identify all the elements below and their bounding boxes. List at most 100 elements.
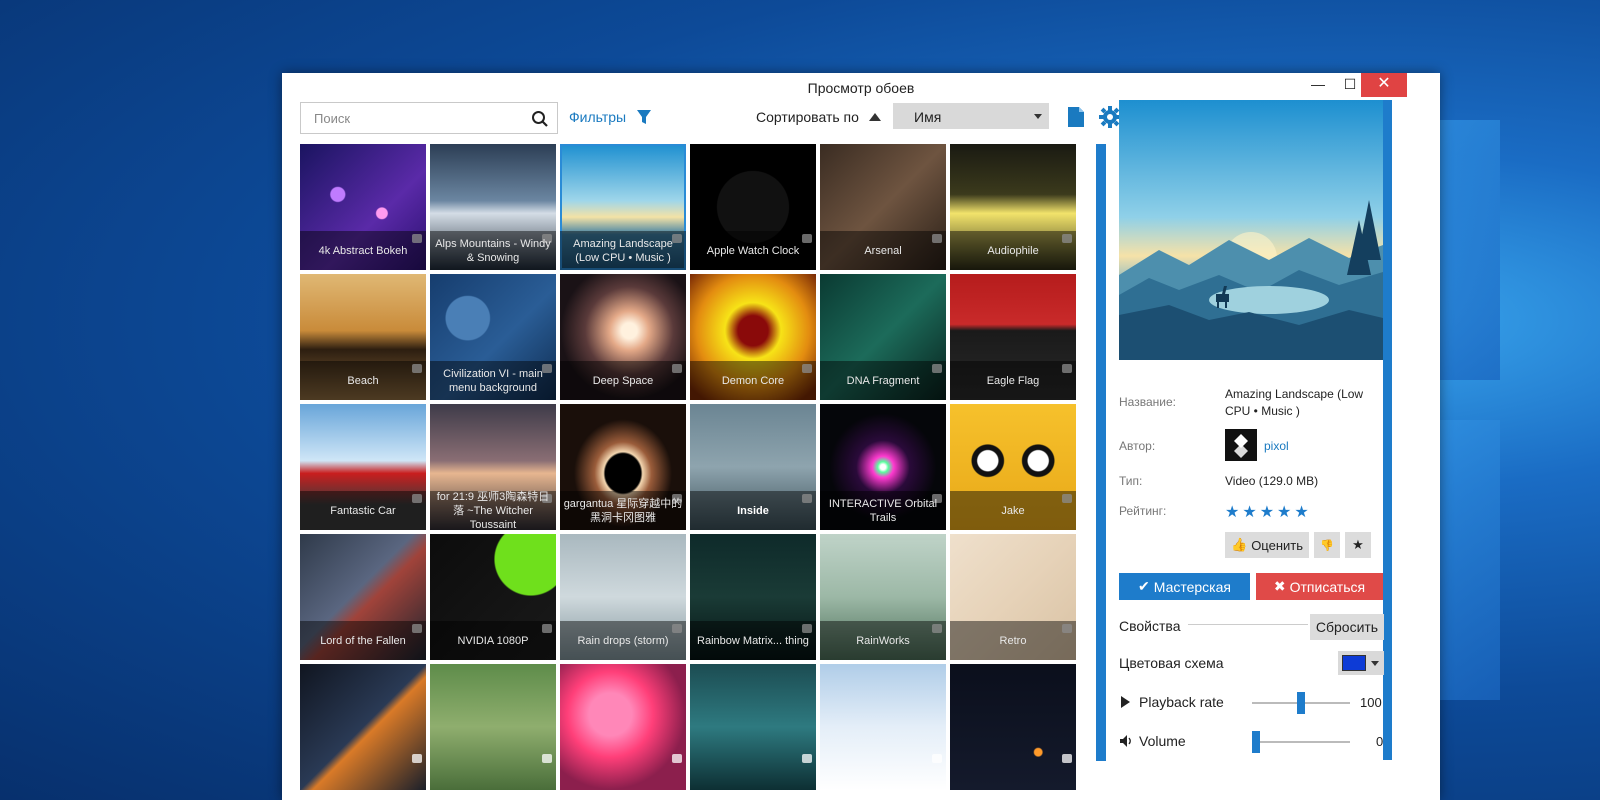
rate-button-label: Оценить — [1251, 537, 1303, 553]
wallpaper-title: Rainbow Matrix... thing — [690, 621, 816, 660]
wallpaper-tile[interactable] — [820, 664, 946, 790]
color-scheme-picker[interactable] — [1338, 651, 1384, 675]
reset-button[interactable]: Сбросить — [1310, 614, 1384, 640]
wallpaper-tile[interactable]: Deep Space — [560, 274, 686, 400]
steam-workshop-icon — [412, 754, 422, 763]
author-link[interactable]: pixol — [1264, 439, 1289, 453]
wallpaper-tile[interactable]: Arsenal — [820, 144, 946, 270]
wallpaper-tile[interactable]: DNA Fragment — [820, 274, 946, 400]
wallpaper-tile[interactable]: Lord of the Fallen — [300, 534, 426, 660]
file-icon[interactable] — [1067, 106, 1085, 128]
sort-value: Имя — [914, 109, 942, 125]
wallpaper-tile[interactable]: Apple Watch Clock — [690, 144, 816, 270]
thumbs-up-icon: 👍 — [1231, 537, 1248, 552]
name-label: Название: — [1119, 395, 1176, 409]
playback-rate-slider-thumb[interactable] — [1297, 692, 1305, 714]
sort-label: Сортировать по — [756, 109, 859, 125]
wallpaper-tile[interactable] — [950, 664, 1076, 790]
window-title: Просмотр обоев — [807, 80, 915, 96]
steam-workshop-icon — [1062, 754, 1072, 763]
favorite-button[interactable]: ★ — [1345, 532, 1371, 558]
wallpaper-tile[interactable]: Beach — [300, 274, 426, 400]
search-input[interactable]: Поиск — [300, 102, 558, 134]
wrench-icon: ✔ — [1138, 578, 1150, 594]
wallpaper-tile[interactable]: 4k Abstract Bokeh — [300, 144, 426, 270]
wallpaper-tile[interactable]: Amazing Landscape (Low CPU • Music ) — [560, 144, 686, 270]
sort-direction-icon[interactable] — [869, 113, 881, 121]
color-scheme-label: Цветовая схема — [1119, 655, 1224, 671]
wallpaper-tile[interactable]: gargantua 星际穿越中的黑洞卡冈图雅 — [560, 404, 686, 530]
wallpaper-title: Lord of the Fallen — [300, 621, 426, 660]
star-icon: ★ — [1352, 537, 1364, 552]
play-icon — [1121, 696, 1130, 708]
properties-label: Свойства — [1119, 618, 1181, 634]
wallpaper-tile[interactable]: Jake — [950, 404, 1076, 530]
wallpaper-tile[interactable]: Rainbow Matrix... thing — [690, 534, 816, 660]
filter-icon[interactable] — [637, 109, 651, 125]
gear-icon[interactable] — [1099, 106, 1121, 128]
desktop-decoration — [1440, 420, 1500, 700]
desktop-decoration — [1440, 120, 1500, 380]
wallpaper-title: for 21:9 巫师3陶森特日落 ~The Witcher Toussaint — [430, 491, 556, 530]
search-icon[interactable] — [531, 110, 549, 128]
wallpaper-title: Amazing Landscape (Low CPU • Music ) — [560, 231, 686, 270]
wallpaper-title: Civilization VI - main menu background — [430, 361, 556, 400]
steam-workshop-icon — [672, 754, 682, 763]
wallpaper-title: Alps Mountains - Windy & Snowing — [430, 231, 556, 270]
wallpaper-title: INTERACTIVE Orbital Trails — [820, 491, 946, 530]
unsubscribe-button[interactable]: ✖ Отписаться — [1256, 573, 1383, 600]
wallpaper-tile[interactable]: RainWorks — [820, 534, 946, 660]
name-value: Amazing Landscape (Low CPU • Music ) — [1225, 387, 1364, 418]
volume-slider[interactable] — [1252, 741, 1350, 743]
wallpaper-tile[interactable] — [690, 664, 816, 790]
wallpaper-title: Demon Core — [690, 361, 816, 400]
wallpaper-tile[interactable]: Eagle Flag — [950, 274, 1076, 400]
grid-scrollbar-thumb[interactable] — [1096, 144, 1106, 761]
wallpaper-tile[interactable] — [300, 664, 426, 790]
steam-workshop-icon — [932, 754, 942, 763]
details-scrollbar[interactable] — [1383, 100, 1392, 760]
wallpaper-title: gargantua 星际穿越中的黑洞卡冈图雅 — [560, 491, 686, 530]
sort-select[interactable]: Имя — [893, 103, 1049, 129]
wallpaper-browser-window: Просмотр обоев — ☐ ✕ Поиск Фильтры Сорти… — [282, 73, 1440, 800]
grid-scrollbar[interactable] — [1096, 144, 1106, 761]
wallpaper-title: Arsenal — [820, 231, 946, 270]
workshop-button-label: Мастерская — [1153, 578, 1231, 595]
volume-slider-thumb[interactable] — [1252, 731, 1260, 753]
wallpaper-grid: 4k Abstract Bokeh Alps Mountains - Windy … — [300, 144, 1090, 800]
search-placeholder: Поиск — [314, 111, 351, 126]
wallpaper-tile[interactable]: INTERACTIVE Orbital Trails — [820, 404, 946, 530]
wallpaper-tile[interactable]: Retro — [950, 534, 1076, 660]
properties-divider — [1188, 624, 1308, 625]
wallpaper-tile[interactable] — [430, 664, 556, 790]
wallpaper-title: 4k Abstract Bokeh — [300, 231, 426, 270]
wallpaper-tile[interactable]: NVIDIA 1080P — [430, 534, 556, 660]
volume-icon[interactable] — [1119, 734, 1133, 748]
wallpaper-tile[interactable]: for 21:9 巫师3陶森特日落 ~The Witcher Toussaint — [430, 404, 556, 530]
avatar[interactable] — [1225, 429, 1257, 461]
rate-button[interactable]: 👍 Оценить — [1225, 532, 1309, 558]
steam-workshop-icon — [802, 754, 812, 763]
wallpaper-tile[interactable] — [560, 664, 686, 790]
color-swatch — [1342, 655, 1366, 671]
wallpaper-tile[interactable]: Fantastic Car — [300, 404, 426, 530]
wallpaper-tile[interactable]: Civilization VI - main menu background — [430, 274, 556, 400]
wallpaper-tile[interactable]: Demon Core — [690, 274, 816, 400]
wallpaper-title: Eagle Flag — [950, 361, 1076, 400]
filters-link[interactable]: Фильтры — [569, 109, 626, 125]
steam-workshop-icon — [542, 754, 552, 763]
wallpaper-title: Inside — [690, 491, 816, 530]
wallpaper-tile[interactable]: Audiophile — [950, 144, 1076, 270]
workshop-button[interactable]: ✔ Мастерская — [1119, 573, 1250, 600]
wallpaper-title: Jake — [950, 491, 1076, 530]
wallpaper-title: Fantastic Car — [300, 491, 426, 530]
wallpaper-title: Audiophile — [950, 231, 1076, 270]
thumbs-down-button[interactable]: 👎 — [1314, 532, 1340, 558]
wallpaper-preview — [1119, 100, 1383, 360]
type-label: Тип: — [1119, 474, 1143, 488]
wallpaper-tile[interactable]: Alps Mountains - Windy & Snowing — [430, 144, 556, 270]
close-button[interactable]: ✕ — [1361, 73, 1407, 97]
wallpaper-title: RainWorks — [820, 621, 946, 660]
wallpaper-tile[interactable]: Rain drops (storm) — [560, 534, 686, 660]
wallpaper-tile[interactable]: Inside — [690, 404, 816, 530]
